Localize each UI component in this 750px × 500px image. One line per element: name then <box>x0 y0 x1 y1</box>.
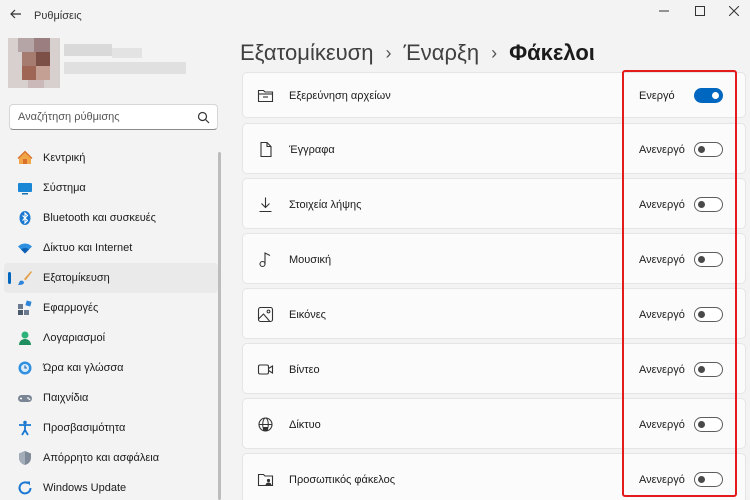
breadcrumb: Εξατομίκευση › Έναρξη › Φάκελοι <box>240 40 595 66</box>
folder-label: Εξερεύνηση αρχείων <box>289 90 391 102</box>
apps-icon <box>17 300 33 316</box>
update-icon <box>17 480 33 496</box>
sidebar-scrollbar[interactable] <box>218 152 221 500</box>
folder-label: Βίντεο <box>289 364 320 376</box>
pictures-icon <box>257 306 274 323</box>
sidebar-item-accounts[interactable]: Λογαριασμοί <box>4 323 218 353</box>
system-icon <box>17 180 33 196</box>
personal-folder-icon <box>257 471 274 488</box>
page-title: Φάκελοι <box>509 40 595 65</box>
folder-label: Μουσική <box>289 254 332 266</box>
brush-icon <box>17 270 33 286</box>
sidebar-item-time-language[interactable]: Ώρα και γλώσσα <box>4 353 218 383</box>
bluetooth-icon <box>17 210 33 226</box>
app-title: Ρυθμίσεις <box>34 10 82 22</box>
network-icon <box>257 416 274 433</box>
gaming-icon <box>17 390 33 406</box>
sidebar-item-accessibility[interactable]: Προσβασιμότητα <box>4 413 218 443</box>
folder-label: Εικόνες <box>289 309 326 321</box>
minimize-icon[interactable] <box>646 0 682 22</box>
sidebar-item-home[interactable]: Κεντρική <box>4 143 218 173</box>
download-icon <box>257 196 274 213</box>
music-icon <box>257 251 274 268</box>
sidebar-item-label: Εφαρμογές <box>43 302 99 314</box>
sidebar-item-label: Απόρρητο και ασφάλεια <box>43 452 160 464</box>
sidebar-item-label: Σύστημα <box>43 182 86 194</box>
sidebar-item-label: Bluetooth και συσκευές <box>43 212 156 224</box>
sidebar-item-personalization[interactable]: Εξατομίκευση <box>4 263 218 293</box>
folder-label: Δίκτυο <box>289 419 321 431</box>
back-arrow-icon[interactable] <box>8 6 24 22</box>
sidebar-item-network[interactable]: Δίκτυο και Internet <box>4 233 218 263</box>
user-name-blurred <box>64 44 186 76</box>
sidebar-item-label: Παιχνίδια <box>43 392 89 404</box>
sidebar-item-label: Δίκτυο και Internet <box>43 242 133 254</box>
sidebar-item-windows-update[interactable]: Windows Update <box>4 473 218 500</box>
sidebar-item-apps[interactable]: Εφαρμογές <box>4 293 218 323</box>
sidebar-item-label: Windows Update <box>43 482 127 494</box>
sidebar-item-system[interactable]: Σύστημα <box>4 173 218 203</box>
accounts-icon <box>17 330 33 346</box>
document-icon <box>257 141 274 158</box>
avatar[interactable] <box>8 38 60 88</box>
sidebar-item-label: Προσβασιμότητα <box>43 422 126 434</box>
sidebar-nav: Κεντρική Σύστημα Bluetooth και συσκευές … <box>4 143 218 500</box>
folder-label: Στοιχεία λήψης <box>289 199 362 211</box>
sidebar-item-bluetooth[interactable]: Bluetooth και συσκευές <box>4 203 218 233</box>
sidebar-item-gaming[interactable]: Παιχνίδια <box>4 383 218 413</box>
search-box[interactable]: Αναζήτηση ρύθμισης <box>9 104 218 130</box>
highlight-box <box>622 70 737 497</box>
video-icon <box>257 361 274 378</box>
wifi-icon <box>17 240 33 256</box>
folder-label: Προσωπικός φάκελος <box>289 474 396 486</box>
search-input[interactable]: Αναζήτηση ρύθμισης <box>18 111 120 123</box>
accessibility-icon <box>17 420 33 436</box>
sidebar-item-privacy[interactable]: Απόρρητο και ασφάλεια <box>4 443 218 473</box>
time-language-icon <box>17 360 33 376</box>
title-bar: Ρυθμίσεις <box>0 0 750 32</box>
breadcrumb-start[interactable]: Έναρξη <box>403 40 479 66</box>
breadcrumb-personalization[interactable]: Εξατομίκευση <box>240 40 373 66</box>
home-icon <box>17 150 33 166</box>
chevron-right-icon: › <box>491 42 498 63</box>
close-icon[interactable] <box>716 0 750 22</box>
shield-icon <box>17 450 33 466</box>
folder-label: Έγγραφα <box>289 144 335 156</box>
search-icon[interactable] <box>197 111 210 124</box>
file-explorer-icon <box>257 87 274 104</box>
sidebar-item-label: Κεντρική <box>43 152 86 164</box>
chevron-right-icon: › <box>385 42 392 63</box>
sidebar-item-label: Λογαριασμοί <box>43 332 106 344</box>
maximize-icon[interactable] <box>682 0 718 22</box>
sidebar-item-label: Εξατομίκευση <box>43 272 110 284</box>
sidebar-item-label: Ώρα και γλώσσα <box>43 362 124 374</box>
